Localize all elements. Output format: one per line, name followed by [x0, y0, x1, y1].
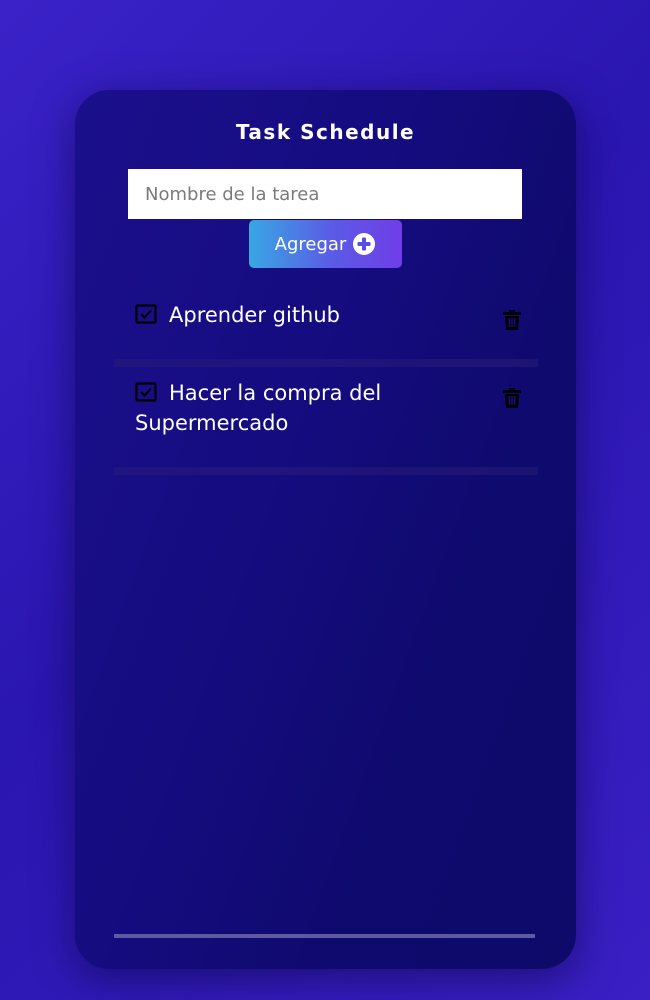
- task-divider: [114, 467, 538, 475]
- task-name-input[interactable]: [128, 169, 522, 219]
- task-divider: [114, 359, 538, 367]
- checkbox-icon[interactable]: [135, 381, 157, 403]
- add-task-button[interactable]: Agregar: [249, 220, 402, 268]
- task-text-line: Hacer la compra del Supermercado: [114, 378, 538, 438]
- page-title: Task Schedule: [235, 120, 416, 144]
- trash-icon[interactable]: [501, 387, 523, 409]
- bottom-bar: [114, 934, 535, 938]
- trash-icon[interactable]: [501, 309, 523, 331]
- checkbox-icon[interactable]: [135, 303, 157, 325]
- task-text: Hacer la compra del Supermercado: [135, 381, 382, 435]
- plus-circle-icon: [352, 232, 376, 256]
- task-text: Aprender github: [169, 303, 341, 327]
- task-item: Hacer la compra del Supermercado: [114, 378, 538, 466]
- task-card: Task Schedule Agregar Aprender github: [75, 90, 576, 969]
- task-text-line: Aprender github: [114, 300, 538, 330]
- add-button-label: Agregar: [274, 233, 347, 255]
